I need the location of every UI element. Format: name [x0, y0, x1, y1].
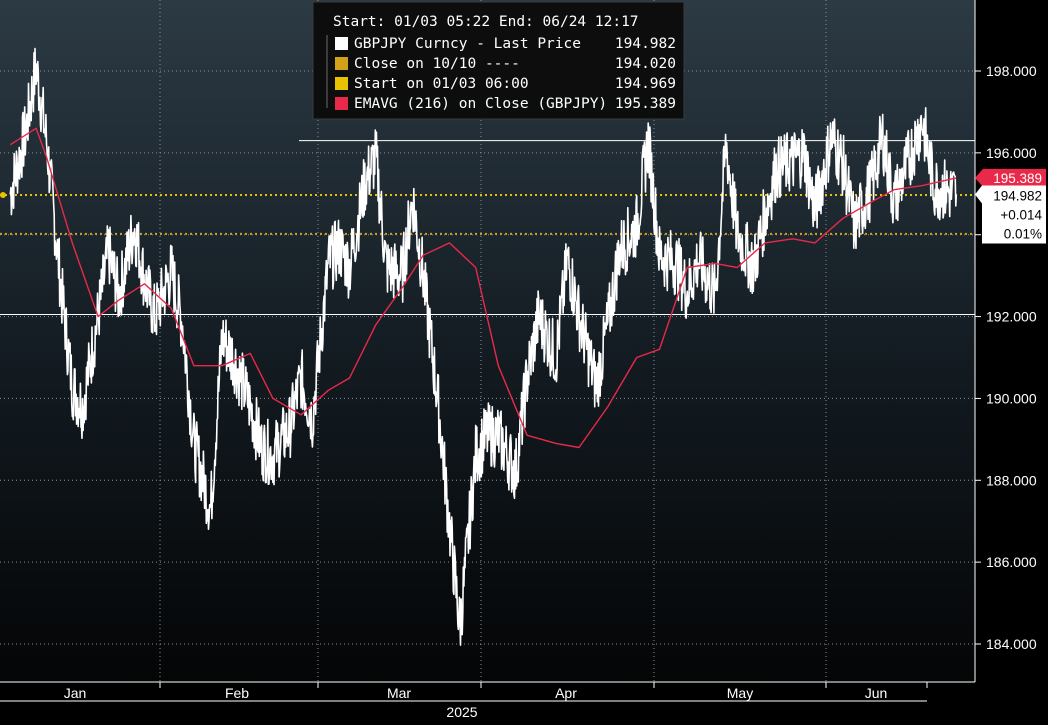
- y-tick-label: 196.000: [986, 145, 1037, 161]
- x-tick-label: Mar: [387, 685, 411, 701]
- last-price-change: +0.014: [1000, 208, 1042, 223]
- legend-entry-value: 194.020: [615, 56, 676, 72]
- x-axis-labels: Jan Feb Mar Apr May Jun 2025: [0, 682, 928, 720]
- x-tick-label: Jan: [64, 685, 87, 701]
- chart-container: 184.000 186.000 188.000 190.000 192.000 194.0…: [0, 0, 1048, 720]
- y-axis-ticks: 184.000186.000188.000190.000192.000194.0…: [975, 63, 1037, 652]
- legend-swatch: [335, 97, 348, 110]
- y-tick-label: 186.000: [986, 554, 1037, 570]
- legend-entry-value: 194.982: [615, 36, 676, 52]
- legend-swatch: [335, 57, 348, 70]
- year-label: 2025: [446, 704, 477, 720]
- y-tick-label: 188.000: [986, 472, 1037, 488]
- x-tick-label: Feb: [225, 685, 249, 701]
- x-tick-label: Jun: [865, 685, 888, 701]
- x-tick-label: May: [727, 685, 753, 701]
- legend-entry-value: 195.389: [615, 96, 676, 112]
- last-price-value: 194.982: [993, 189, 1042, 204]
- ema-value-label: 195.389: [993, 171, 1042, 186]
- legend-entry-label: Close on 10/10 ----: [354, 56, 520, 72]
- last-price-pct: 0.01%: [1004, 227, 1042, 242]
- legend: Start: 01/03 05:22 End: 06/24 12:17 GBPJ…: [312, 1, 685, 120]
- legend-swatch: [335, 37, 348, 50]
- y-tick-label: 192.000: [986, 309, 1037, 325]
- price-chart: 184.000 186.000 188.000 190.000 192.000 194.0…: [0, 0, 1046, 720]
- y-tick-label: 190.000: [986, 390, 1037, 406]
- legend-entry-value: 194.969: [615, 76, 676, 92]
- start-marker: [0, 192, 6, 199]
- legend-entry-label: GBPJPY Curncy - Last Price: [354, 36, 581, 52]
- legend-entry-label: Start on 01/03 06:00: [354, 76, 529, 92]
- x-tick-label: Apr: [555, 685, 577, 701]
- legend-swatch: [335, 77, 348, 90]
- y-tick-label: 184.000: [986, 636, 1037, 652]
- y-tick-label: 198.000: [986, 63, 1037, 79]
- legend-header: Start: 01/03 05:22 End: 06/24 12:17: [333, 14, 639, 30]
- legend-entry-label: EMAVG (216) on Close (GBPJPY): [354, 96, 607, 112]
